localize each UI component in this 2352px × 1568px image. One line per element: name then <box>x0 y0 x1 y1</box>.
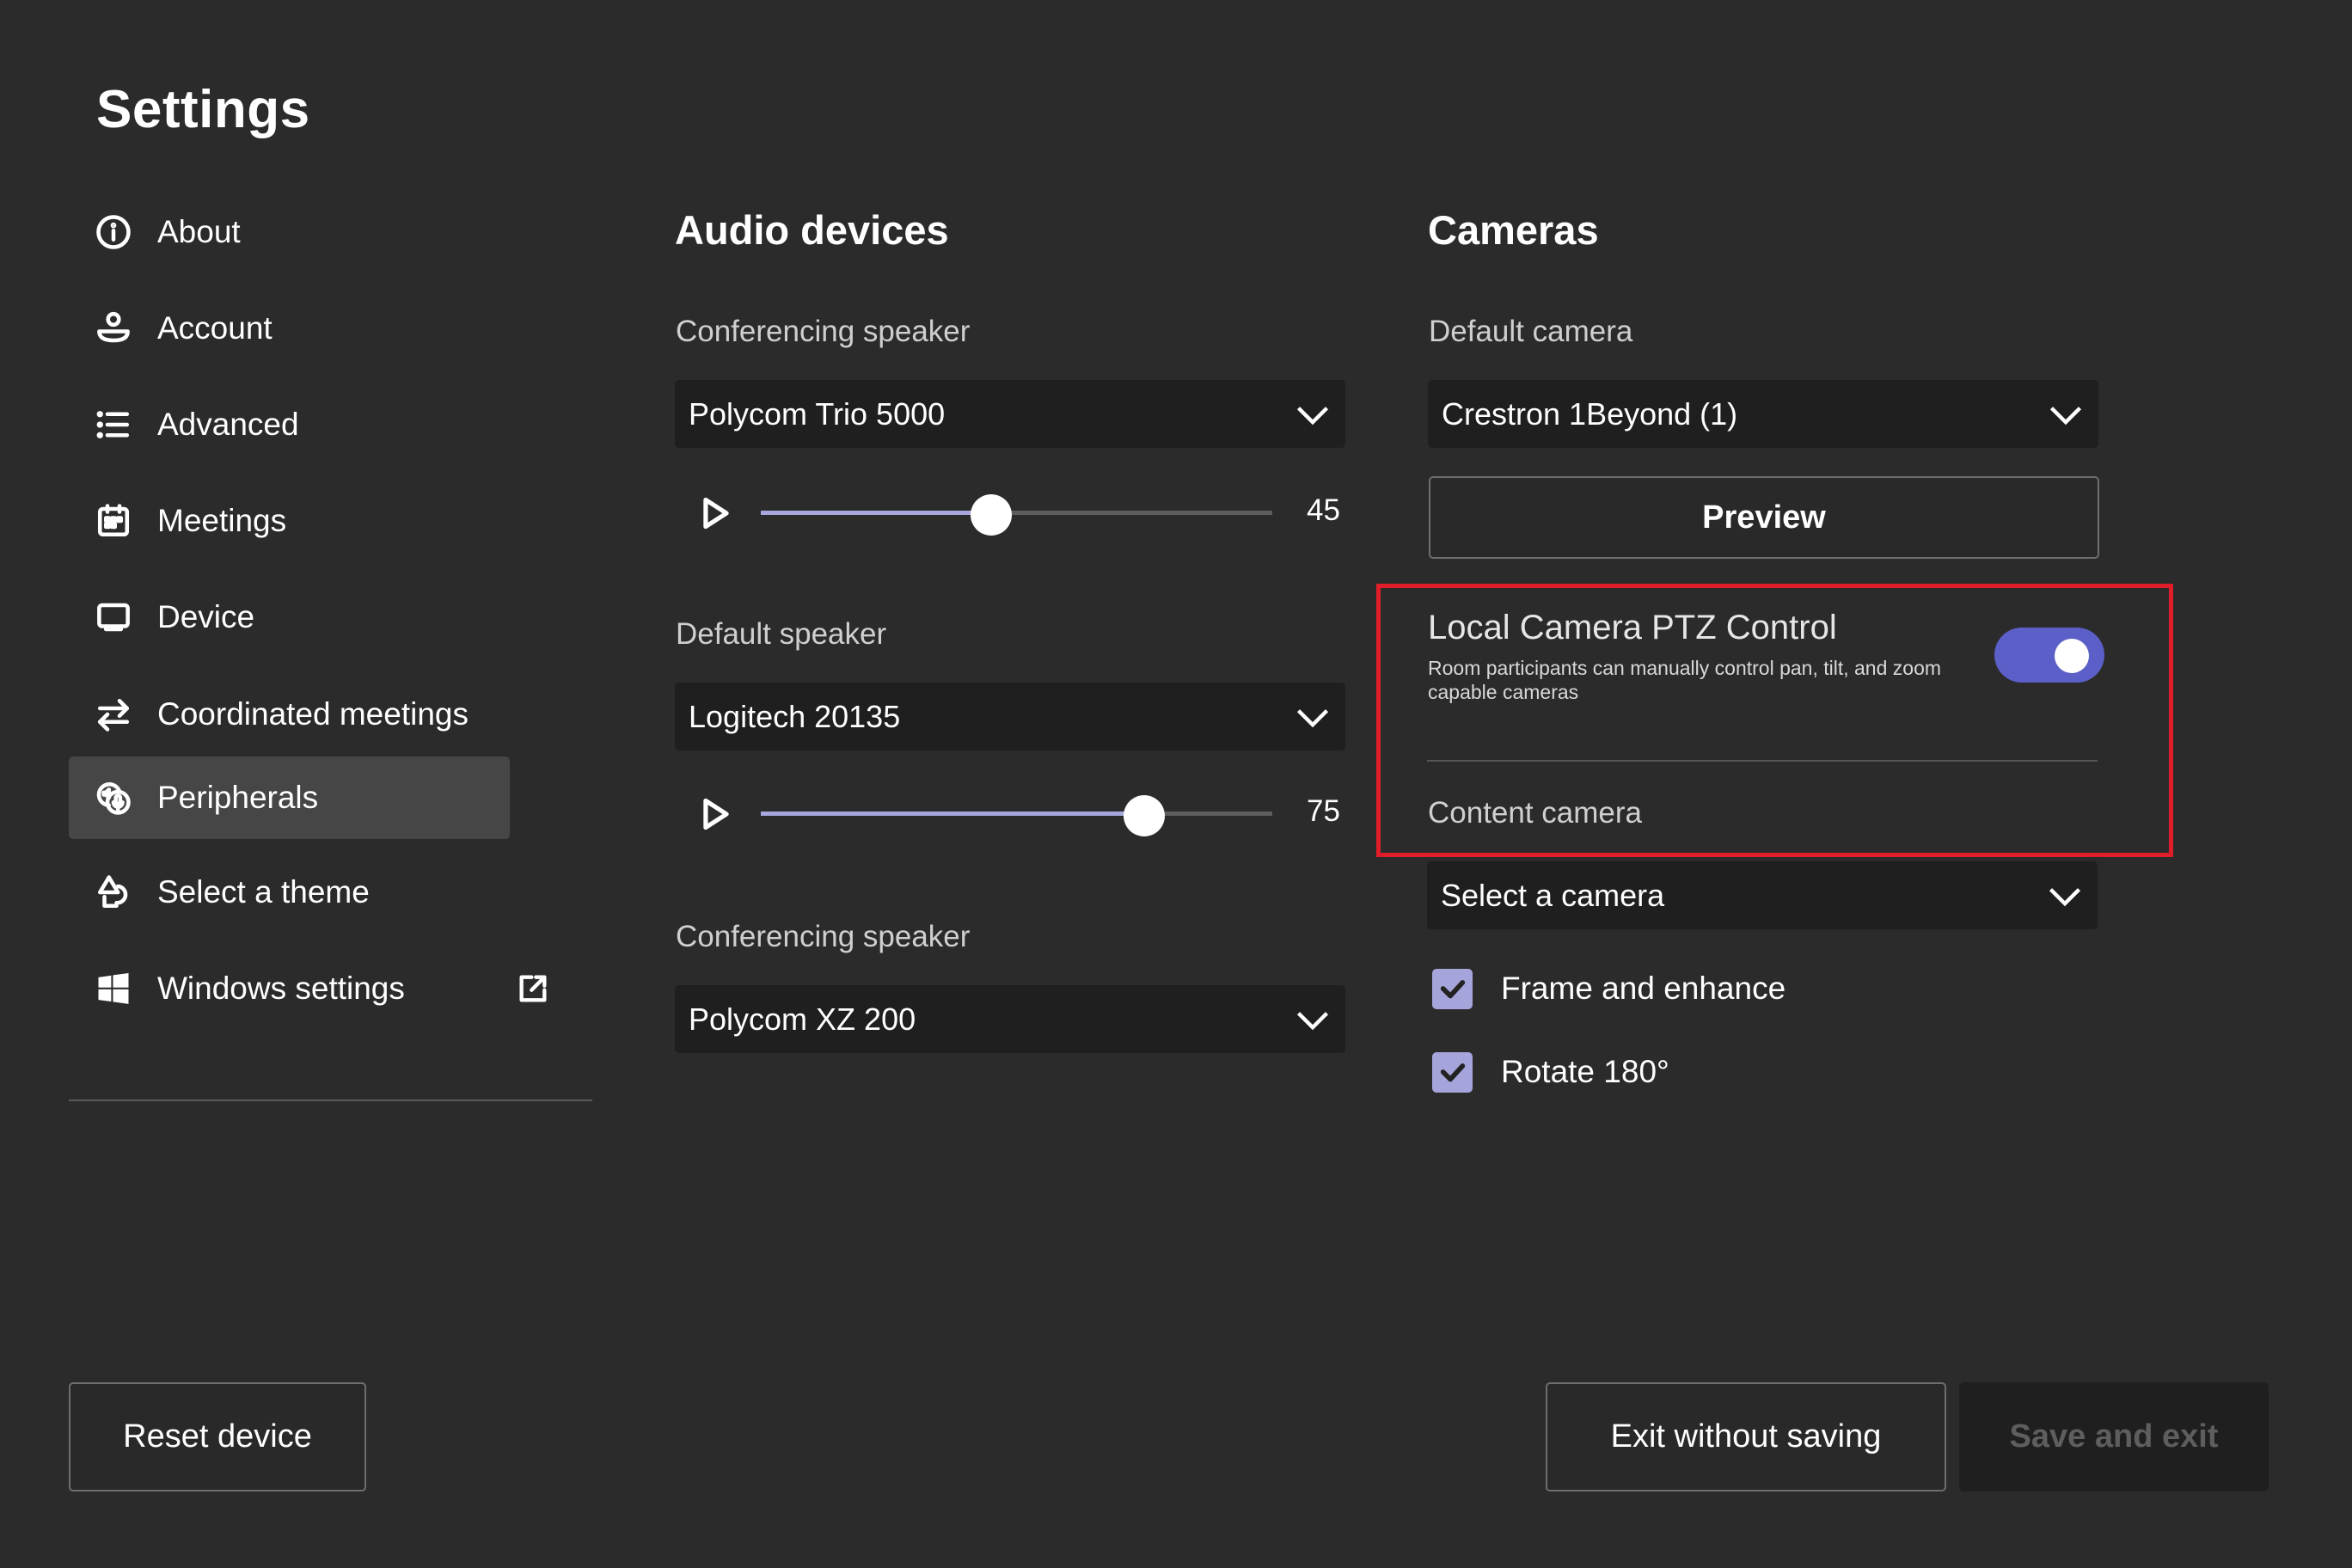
play-test-sound-icon[interactable] <box>701 497 732 530</box>
ptz-control-description: Room participants can manually control p… <box>1428 657 1942 703</box>
save-and-exit-button[interactable]: Save and exit <box>1959 1382 2269 1491</box>
sidebar-item-select-theme[interactable]: Select a theme <box>69 851 510 934</box>
default-camera-dropdown[interactable]: Crestron 1Beyond (1) <box>1428 380 2098 448</box>
checkmark-icon <box>1440 980 1465 999</box>
dropdown-value: Select a camera <box>1441 877 1665 913</box>
shapes-icon <box>95 873 132 911</box>
sidebar-divider <box>69 1099 592 1101</box>
toggle-knob <box>2055 639 2089 673</box>
reset-device-button[interactable]: Reset device <box>69 1382 366 1491</box>
sidebar-item-coordinated-meetings[interactable]: Coordinated meetings <box>69 673 510 756</box>
chevron-down-icon <box>1294 395 1332 433</box>
sidebar-item-label: Meetings <box>157 503 287 538</box>
sidebar-item-account[interactable]: Account <box>69 287 510 370</box>
sidebar-item-device[interactable]: Device <box>69 576 510 658</box>
ptz-control-toggle[interactable] <box>1994 628 2104 683</box>
chevron-down-icon <box>1294 1001 1332 1038</box>
volume-slider[interactable] <box>761 795 1272 836</box>
dropdown-value: Polycom Trio 5000 <box>689 395 946 432</box>
windows-logo-icon <box>95 970 132 1008</box>
conferencing-speaker-label-2: Conferencing speaker <box>676 920 971 953</box>
sidebar-item-windows-settings[interactable]: Windows settings <box>69 947 547 1030</box>
list-icon <box>95 406 132 444</box>
conferencing-speaker-volume: 45 <box>675 487 1345 538</box>
cameras-heading: Cameras <box>1428 207 1599 253</box>
arrows-swap-icon <box>95 695 132 733</box>
monitor-icon <box>95 598 132 636</box>
sidebar-item-label: Peripherals <box>157 780 319 815</box>
volume-value: 75 <box>1307 794 1340 828</box>
volume-value: 45 <box>1307 493 1340 527</box>
conferencing-speaker-dropdown-2[interactable]: Polycom XZ 200 <box>675 985 1345 1053</box>
preview-button[interactable]: Preview <box>1429 476 2099 559</box>
cameras-divider <box>1427 760 2098 762</box>
content-camera-label: Content camera <box>1428 796 1643 830</box>
dropdown-value: Logitech 20135 <box>689 698 901 734</box>
checkbox-label: Frame and enhance <box>1501 971 1786 1006</box>
default-speaker-volume: 75 <box>675 787 1345 839</box>
volume-slider[interactable] <box>761 494 1272 536</box>
play-test-sound-icon[interactable] <box>701 798 732 830</box>
sidebar-item-label: Account <box>157 310 273 346</box>
volume-slider-thumb[interactable] <box>1124 795 1165 836</box>
audio-devices-heading: Audio devices <box>675 207 949 253</box>
sidebar-item-label: Device <box>157 599 255 634</box>
checkbox-label: Rotate 180° <box>1501 1054 1669 1089</box>
volume-slider-fill <box>761 511 991 515</box>
dropdown-value: Polycom XZ 200 <box>689 1001 916 1037</box>
sidebar-item-label: Coordinated meetings <box>157 696 469 732</box>
rotate-180-option[interactable]: Rotate 180° <box>1432 1050 1669 1093</box>
sidebar-item-label: About <box>157 214 241 249</box>
conferencing-speaker-dropdown[interactable]: Polycom Trio 5000 <box>675 380 1345 448</box>
chevron-down-icon <box>2046 877 2084 915</box>
ptz-control-title: Local Camera PTZ Control <box>1428 609 1837 646</box>
content-camera-dropdown[interactable]: Select a camera <box>1427 861 2098 929</box>
frame-and-enhance-checkbox[interactable] <box>1432 968 1473 1009</box>
person-icon <box>95 309 132 347</box>
sidebar-item-meetings[interactable]: Meetings <box>69 480 510 562</box>
chevron-down-icon <box>1294 698 1332 736</box>
sidebar-item-label: Select a theme <box>157 874 370 910</box>
sidebar-item-label: Windows settings <box>157 971 405 1006</box>
calendar-icon <box>95 502 132 540</box>
sidebar-item-about[interactable]: About <box>69 191 510 273</box>
default-camera-label: Default camera <box>1429 315 1633 348</box>
default-speaker-dropdown[interactable]: Logitech 20135 <box>675 683 1345 750</box>
rotate-180-checkbox[interactable] <box>1432 1051 1473 1093</box>
volume-slider-fill <box>761 812 1144 816</box>
dropdown-value: Crestron 1Beyond (1) <box>1442 395 1738 432</box>
chevron-down-icon <box>2047 395 2085 433</box>
sidebar-item-advanced[interactable]: Advanced <box>69 383 510 466</box>
page-title: Settings <box>96 80 310 139</box>
conferencing-speaker-label: Conferencing speaker <box>676 315 971 348</box>
frame-and-enhance-option[interactable]: Frame and enhance <box>1432 967 1785 1010</box>
volume-slider-thumb[interactable] <box>971 494 1012 536</box>
checkmark-icon <box>1440 1063 1465 1082</box>
external-link-icon <box>516 971 550 1006</box>
exit-without-saving-button[interactable]: Exit without saving <box>1546 1382 1946 1491</box>
sidebar-item-peripherals[interactable]: Peripherals <box>69 756 510 839</box>
sidebar-item-label: Advanced <box>157 407 299 442</box>
default-speaker-label: Default speaker <box>676 617 887 651</box>
peripherals-icon <box>95 779 132 817</box>
info-icon <box>95 213 132 251</box>
